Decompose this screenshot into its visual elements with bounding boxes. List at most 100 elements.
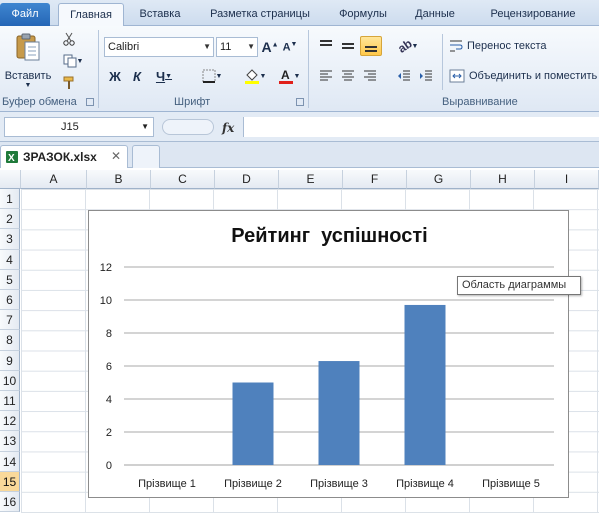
- formula-bar-splitter[interactable]: [162, 119, 214, 135]
- excel-file-icon: X: [6, 151, 18, 164]
- grow-font-button[interactable]: A▲: [261, 37, 278, 57]
- chevron-down-icon: ▼: [259, 72, 267, 80]
- column-header-b[interactable]: B: [87, 170, 151, 189]
- font-name-dropdown[interactable]: Calibri ▼: [104, 37, 214, 57]
- chevron-down-icon: ▼: [215, 72, 223, 80]
- row-header-3[interactable]: 3: [0, 229, 20, 250]
- clipboard-dialog-launcher[interactable]: [86, 98, 94, 106]
- select-all-corner[interactable]: [0, 170, 21, 189]
- x-category-label: Прізвище 1: [138, 478, 196, 490]
- paste-button[interactable]: Вставить ▼: [4, 30, 52, 90]
- insert-function-icon[interactable]: fx: [222, 121, 234, 135]
- row-header-7[interactable]: 7: [0, 310, 20, 331]
- align-right-button[interactable]: [360, 66, 380, 86]
- row-header-11[interactable]: 11: [0, 391, 20, 412]
- tab-formulas[interactable]: Формулы: [330, 3, 396, 26]
- borders-button[interactable]: ▼: [198, 66, 226, 86]
- row-header-16[interactable]: 16: [0, 492, 20, 513]
- bar-2[interactable]: [232, 382, 274, 466]
- tab-insert[interactable]: Вставка: [130, 3, 190, 26]
- document-tab[interactable]: X ЗРАЗОК.xlsx ✕: [0, 145, 128, 168]
- chart-area[interactable]: Рейтинг успішності 0 2 4 6 8 10 12 Прізвище 1 Пр…: [88, 210, 569, 498]
- increase-indent-icon: [420, 70, 432, 81]
- align-bottom-button[interactable]: [360, 36, 382, 56]
- fill-color-button[interactable]: ▼: [240, 66, 270, 86]
- svg-text:X: X: [8, 153, 15, 164]
- format-painter-button[interactable]: [60, 74, 78, 92]
- tab-file[interactable]: Файл: [0, 3, 50, 26]
- row-header-2[interactable]: 2: [0, 209, 20, 230]
- x-category-label: Прізвище 4: [396, 478, 454, 490]
- copy-button[interactable]: ▼: [60, 52, 86, 70]
- underline-button[interactable]: Ч ▼: [150, 66, 178, 86]
- row-header-5[interactable]: 5: [0, 269, 20, 290]
- column-header-a[interactable]: A: [21, 170, 87, 189]
- column-header-i[interactable]: I: [535, 170, 599, 189]
- font-group-label: Шрифт: [174, 96, 211, 108]
- align-center-button[interactable]: [338, 66, 358, 86]
- borders-icon: [202, 69, 216, 83]
- column-header-c[interactable]: C: [151, 170, 215, 189]
- name-box[interactable]: J15 ▼: [4, 117, 154, 137]
- merge-center-button[interactable]: Объединить и поместить: [448, 66, 599, 86]
- row-header-10[interactable]: 10: [0, 370, 20, 391]
- font-color-icon: A: [278, 68, 293, 84]
- column-header-d[interactable]: D: [215, 170, 279, 189]
- bold-button[interactable]: Ж: [106, 66, 124, 86]
- row-header-4[interactable]: 4: [0, 249, 20, 270]
- wrap-text-button[interactable]: Перенос текста: [448, 36, 599, 56]
- chevron-down-icon: ▼: [247, 42, 255, 51]
- shrink-font-button[interactable]: A▼: [282, 37, 298, 57]
- row-header-13[interactable]: 13: [0, 431, 20, 452]
- y-tick-label: 4: [106, 394, 112, 406]
- text-orientation-icon: ab: [394, 36, 415, 56]
- align-middle-button[interactable]: [338, 36, 358, 56]
- paint-bucket-icon: [244, 69, 259, 84]
- tab-home[interactable]: Главная: [58, 3, 124, 26]
- align-left-button[interactable]: [316, 66, 336, 86]
- formula-input[interactable]: [243, 117, 599, 137]
- column-header-f[interactable]: F: [343, 170, 407, 189]
- align-top-button[interactable]: [316, 36, 336, 56]
- row-header-15[interactable]: 15: [0, 471, 20, 492]
- new-document-tab[interactable]: [132, 145, 160, 168]
- tab-data[interactable]: Данные: [402, 3, 468, 26]
- row-header-6[interactable]: 6: [0, 290, 20, 311]
- paste-label: Вставить: [4, 69, 52, 82]
- chart-area-tooltip: Область диаграммы: [457, 276, 581, 295]
- row-header-12[interactable]: 12: [0, 411, 20, 432]
- align-center-icon: [342, 70, 354, 81]
- y-tick-label: 6: [106, 361, 112, 373]
- y-tick-label: 10: [100, 295, 112, 307]
- paste-icon: [16, 33, 40, 60]
- chevron-down-icon: ▼: [293, 72, 301, 80]
- align-top-icon: [320, 40, 332, 46]
- row-header-14[interactable]: 14: [0, 451, 20, 472]
- decrease-indent-button[interactable]: [394, 66, 414, 86]
- column-header-g[interactable]: G: [407, 170, 471, 189]
- merge-center-label: Объединить и поместить: [469, 70, 598, 82]
- font-size-value: 11: [220, 41, 232, 53]
- column-header-e[interactable]: E: [279, 170, 343, 189]
- close-icon[interactable]: ✕: [111, 149, 121, 163]
- italic-button[interactable]: К: [128, 66, 146, 86]
- increase-indent-button[interactable]: [416, 66, 436, 86]
- font-dialog-launcher[interactable]: [296, 98, 304, 106]
- row-header-1[interactable]: 1: [0, 189, 20, 210]
- chevron-down-icon: ▼: [141, 122, 149, 131]
- cut-button[interactable]: [60, 30, 78, 48]
- font-size-dropdown[interactable]: 11 ▼: [216, 37, 258, 57]
- tab-page-layout[interactable]: Разметка страницы: [196, 3, 324, 26]
- bar-4[interactable]: [404, 304, 446, 465]
- row-header-9[interactable]: 9: [0, 350, 20, 371]
- font-color-button[interactable]: A ▼: [274, 66, 304, 86]
- chart-plot-svg: 0 2 4 6 8 10 12 Прізвище 1 Прізвище 2 Прізвище 3 П…: [100, 262, 554, 490]
- shrink-font-icon: A▼: [282, 40, 298, 54]
- row-header-8[interactable]: 8: [0, 330, 20, 351]
- italic-label: К: [133, 68, 141, 84]
- tab-review[interactable]: Рецензирование: [474, 3, 592, 26]
- orientation-button[interactable]: ab ▼: [394, 36, 422, 56]
- column-header-h[interactable]: H: [471, 170, 535, 189]
- bar-3[interactable]: [318, 361, 360, 465]
- underline-label: Ч: [155, 68, 166, 84]
